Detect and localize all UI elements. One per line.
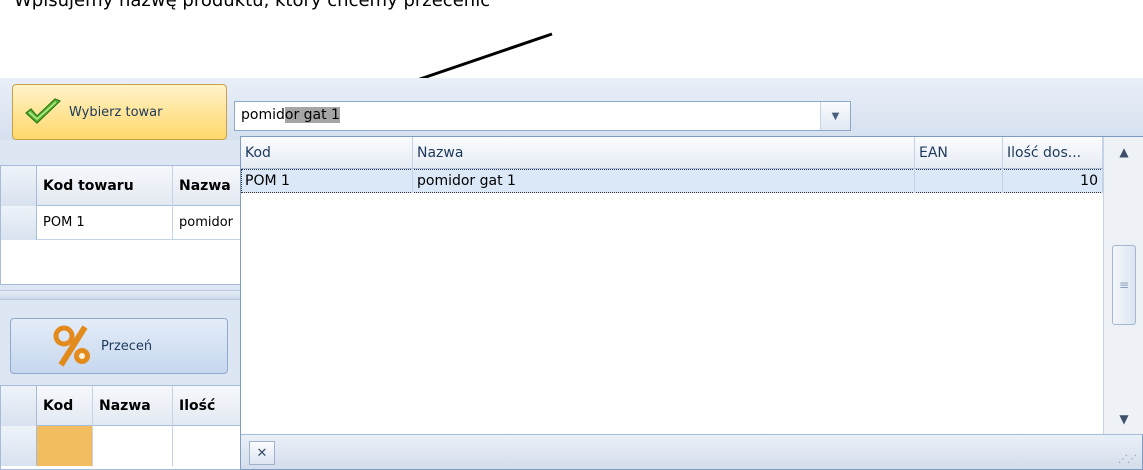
- dropdown-header: Kod Nazwa EAN Ilość dos...: [241, 137, 1103, 169]
- percent-icon: [53, 325, 90, 367]
- search-input[interactable]: pomidor gat 1: [241, 107, 340, 123]
- column-header-kod-towaru[interactable]: Kod towaru: [37, 166, 173, 206]
- cell-ean[interactable]: [915, 169, 1003, 193]
- scroll-down-icon[interactable]: ▼: [1104, 404, 1143, 434]
- vertical-scrollbar[interactable]: ▲ ≡ ▼: [1103, 137, 1143, 434]
- header-row-selector: [1, 386, 37, 426]
- cell-kod-selected[interactable]: [37, 426, 93, 466]
- header-row-selector: [1, 166, 37, 206]
- dropdown-toggle-button[interactable]: ▼: [820, 102, 850, 130]
- chevron-down-icon: ▼: [831, 110, 840, 122]
- cell-nazwa[interactable]: pomidor gat 1: [413, 169, 915, 193]
- close-button[interactable]: ✕: [249, 441, 275, 465]
- annotation-text: Wpisujemy nazwę produktu, który chcemy p…: [14, 0, 491, 11]
- column-header-kod[interactable]: Kod: [37, 386, 93, 426]
- row-selector[interactable]: [1, 206, 37, 240]
- discount-label: Przeceń: [101, 338, 153, 354]
- row-selector[interactable]: [1, 426, 37, 466]
- checkmark-icon: [25, 98, 62, 124]
- dropdown-footer: ✕ ⋰⋰: [241, 434, 1142, 469]
- discount-grid-header: Kod Nazwa Ilość: [1, 386, 251, 426]
- search-typed-text: pomid: [241, 107, 285, 123]
- dropdown-row[interactable]: POM 1 pomidor gat 1 10: [241, 169, 1103, 193]
- products-grid-header: Kod towaru Nazwa: [1, 166, 251, 206]
- column-header-kod[interactable]: Kod: [241, 137, 413, 168]
- cell-kod[interactable]: POM 1: [241, 169, 413, 193]
- column-header-ean[interactable]: EAN: [915, 137, 1003, 168]
- search-autocomplete-text: or gat 1: [284, 107, 340, 123]
- cell-ilosc[interactable]: 10: [1003, 169, 1103, 193]
- resize-grip-icon[interactable]: ⋰⋰: [1118, 454, 1137, 465]
- column-header-nazwa[interactable]: Nazwa: [413, 137, 915, 168]
- product-search-combo[interactable]: pomidor gat 1 ▼: [234, 101, 851, 131]
- select-product-button[interactable]: Wybierz towar: [12, 84, 227, 140]
- discount-grid: Kod Nazwa Ilość: [0, 385, 251, 470]
- cell-nazwa[interactable]: [93, 426, 173, 466]
- column-header-nazwa[interactable]: Nazwa: [93, 386, 173, 426]
- product-dropdown: Kod Nazwa EAN Ilość dos... POM 1 pomidor…: [240, 136, 1143, 470]
- cell-kod[interactable]: POM 1: [37, 206, 173, 240]
- scroll-up-icon[interactable]: ▲: [1104, 137, 1143, 167]
- discount-button[interactable]: Przeceń: [10, 318, 228, 374]
- products-grid: Kod towaru Nazwa POM 1 pomidor: [0, 165, 251, 285]
- close-icon: ✕: [256, 445, 268, 461]
- column-header-ilosc[interactable]: Ilość dos...: [1003, 137, 1103, 168]
- select-product-label: Wybierz towar: [69, 104, 163, 120]
- scroll-thumb[interactable]: ≡: [1112, 245, 1136, 325]
